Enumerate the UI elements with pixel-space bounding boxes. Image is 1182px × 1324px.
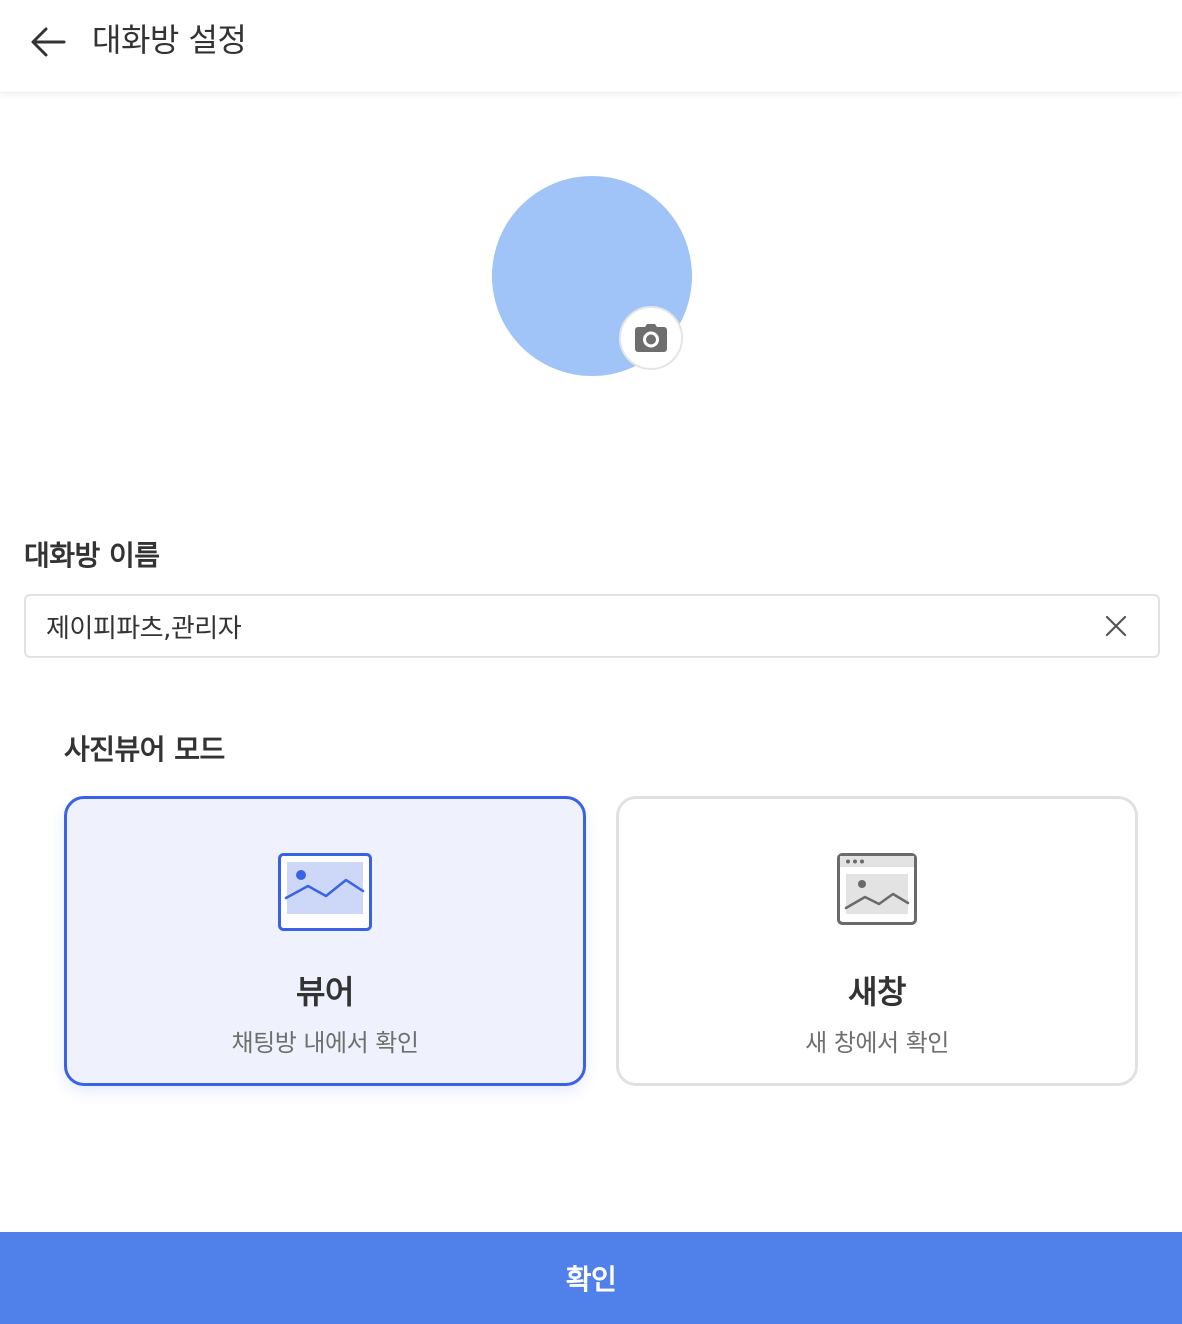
camera-icon xyxy=(635,324,667,352)
header: 대화방 설정 xyxy=(0,0,1182,93)
room-name-field xyxy=(24,594,1160,658)
close-icon xyxy=(1105,615,1127,637)
arrow-left-icon xyxy=(31,27,66,57)
change-photo-button[interactable] xyxy=(619,306,683,370)
viewer-mode-label: 사진뷰어 모드 xyxy=(64,733,225,766)
viewer-option-card[interactable]: 뷰어 채팅방 내에서 확인 xyxy=(64,796,586,1086)
image-icon xyxy=(278,853,372,935)
page-title: 대화방 설정 xyxy=(92,21,247,59)
room-name-label: 대화방 이름 xyxy=(24,539,160,572)
confirm-button[interactable]: 확인 xyxy=(0,1232,1182,1324)
clear-button[interactable] xyxy=(1102,612,1130,640)
viewer-option-title: 뷰어 xyxy=(296,973,354,1011)
new-window-option-card[interactable]: 새창 새 창에서 확인 xyxy=(616,796,1138,1086)
viewer-option-subtitle: 채팅방 내에서 확인 xyxy=(231,1029,419,1057)
new-window-option-subtitle: 새 창에서 확인 xyxy=(805,1029,949,1057)
browser-image-icon xyxy=(837,853,917,929)
back-button[interactable] xyxy=(24,18,72,66)
chat-room-settings-page: 대화방 설정 대화방 이름 사진뷰어 모드 뷰어 채팅방 내에서 확 xyxy=(0,0,1182,1324)
new-window-option-title: 새창 xyxy=(848,973,906,1011)
room-name-input[interactable] xyxy=(46,596,1086,656)
